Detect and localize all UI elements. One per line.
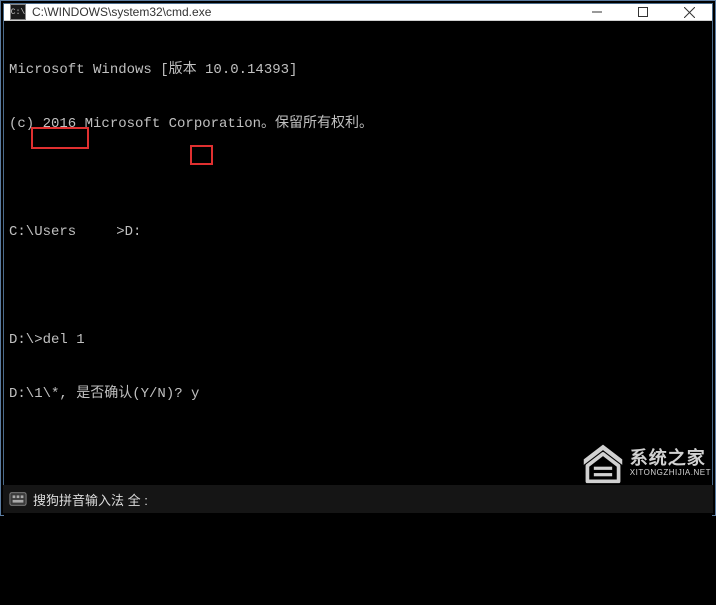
ime-icon bbox=[9, 490, 27, 508]
terminal-line: Microsoft Windows [版本 10.0.14393] bbox=[9, 61, 707, 79]
terminal-line: D:\>del 1 bbox=[9, 331, 707, 349]
watermark-subtitle: XITONGZHIJIA.NET bbox=[630, 469, 711, 478]
terminal-line bbox=[9, 277, 707, 295]
close-icon bbox=[684, 7, 695, 18]
window-title: C:\WINDOWS\system32\cmd.exe bbox=[32, 5, 574, 19]
maximize-button[interactable] bbox=[620, 4, 666, 20]
watermark-title: 系统之家 bbox=[630, 449, 711, 469]
minimize-button[interactable] bbox=[574, 4, 620, 20]
ime-status-text: 搜狗拼音输入法 全 : bbox=[33, 490, 148, 509]
terminal-line: (c) 2016 Microsoft Corporation。保留所有权利。 bbox=[9, 115, 707, 133]
minimize-icon bbox=[592, 7, 602, 17]
redacted-username bbox=[76, 226, 116, 240]
titlebar[interactable]: C:\ C:\WINDOWS\system32\cmd.exe bbox=[4, 4, 712, 21]
terminal-area[interactable]: Microsoft Windows [版本 10.0.14393] (c) 20… bbox=[4, 21, 712, 605]
annotation-highlight bbox=[190, 145, 213, 165]
watermark: 系统之家 XITONGZHIJIA.NET bbox=[580, 441, 711, 485]
cmd-window: C:\ C:\WINDOWS\system32\cmd.exe Microsof… bbox=[3, 3, 713, 487]
maximize-icon bbox=[638, 7, 648, 17]
terminal-line bbox=[9, 169, 707, 187]
terminal-line: C:\Users>D: bbox=[9, 223, 707, 241]
ime-bar[interactable]: 搜狗拼音输入法 全 : bbox=[3, 485, 713, 513]
cmd-icon: C:\ bbox=[10, 4, 26, 20]
terminal-line: D:\1\*, 是否确认(Y/N)? y bbox=[9, 385, 707, 403]
close-button[interactable] bbox=[666, 4, 712, 20]
window-controls bbox=[574, 4, 712, 20]
watermark-house-icon bbox=[580, 441, 626, 485]
